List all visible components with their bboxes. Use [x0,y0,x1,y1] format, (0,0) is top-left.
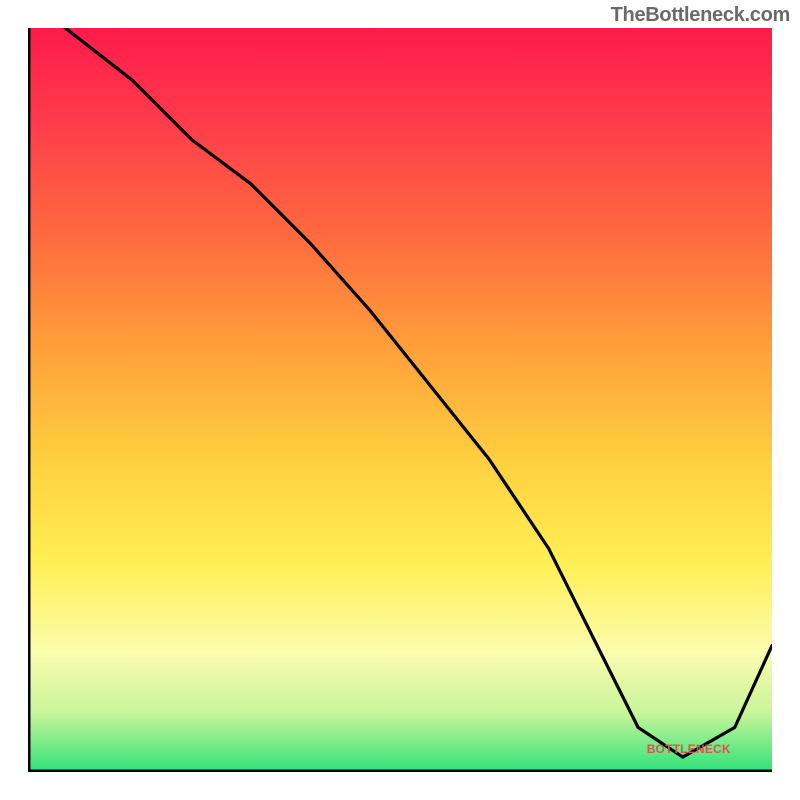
series-label: BOTTLENECK [647,742,731,756]
attribution-text: TheBottleneck.com [611,4,790,27]
chart-background [28,28,772,772]
bottleneck-chart: BOTTLENECK [28,28,772,772]
